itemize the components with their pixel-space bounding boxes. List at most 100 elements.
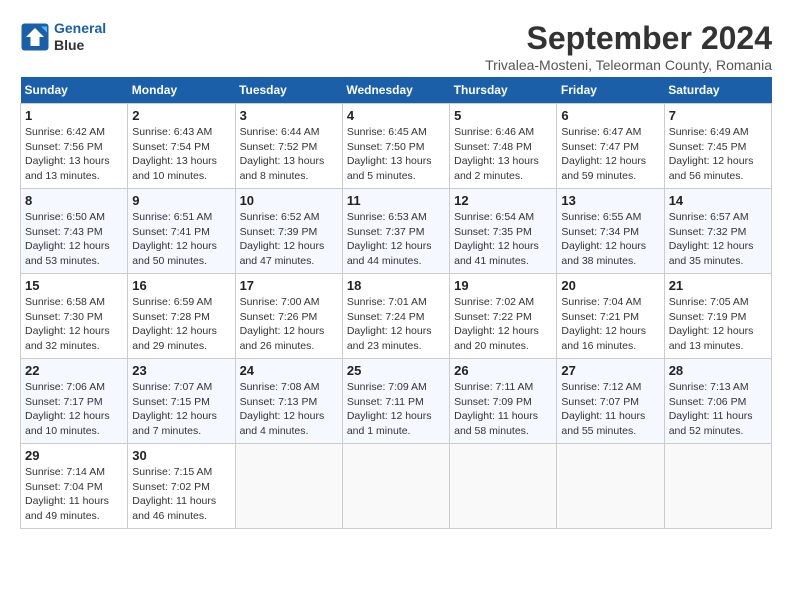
calendar-cell: 20 Sunrise: 7:04 AMSunset: 7:21 PMDayligh… [557, 274, 664, 359]
day-number: 23 [132, 363, 230, 378]
title-block: September 2024 Trivalea-Mosteni, Teleorm… [485, 20, 772, 73]
day-info: Sunrise: 6:57 AMSunset: 7:32 PMDaylight:… [669, 210, 767, 269]
day-info: Sunrise: 6:59 AMSunset: 7:28 PMDaylight:… [132, 295, 230, 354]
weekday-header-friday: Friday [557, 77, 664, 104]
day-info: Sunrise: 6:55 AMSunset: 7:34 PMDaylight:… [561, 210, 659, 269]
calendar-cell: 29 Sunrise: 7:14 AMSunset: 7:04 PMDayligh… [21, 444, 128, 529]
calendar-cell: 19 Sunrise: 7:02 AMSunset: 7:22 PMDayligh… [450, 274, 557, 359]
day-number: 18 [347, 278, 445, 293]
day-info: Sunrise: 6:46 AMSunset: 7:48 PMDaylight:… [454, 125, 552, 184]
weekday-header-monday: Monday [128, 77, 235, 104]
day-info: Sunrise: 7:08 AMSunset: 7:13 PMDaylight:… [240, 380, 338, 439]
calendar-cell: 18 Sunrise: 7:01 AMSunset: 7:24 PMDayligh… [342, 274, 449, 359]
calendar-cell: 24Sunrise: 7:08 AMSunset: 7:13 PMDayligh… [235, 359, 342, 444]
calendar-cell: 25 Sunrise: 7:09 AMSunset: 7:11 PMDayligh… [342, 359, 449, 444]
calendar-cell: 13 Sunrise: 6:55 AMSunset: 7:34 PMDayligh… [557, 189, 664, 274]
day-info: Sunrise: 6:54 AMSunset: 7:35 PMDaylight:… [454, 210, 552, 269]
day-info: Sunrise: 6:50 AMSunset: 7:43 PMDaylight:… [25, 210, 123, 269]
calendar-cell: 16Sunrise: 6:59 AMSunset: 7:28 PMDayligh… [128, 274, 235, 359]
day-number: 8 [25, 193, 123, 208]
day-number: 21 [669, 278, 767, 293]
logo-text: General Blue [54, 20, 106, 54]
day-info: Sunrise: 6:58 AMSunset: 7:30 PMDaylight:… [25, 295, 123, 354]
day-number: 15 [25, 278, 123, 293]
day-info: Sunrise: 6:42 AMSunset: 7:56 PMDaylight:… [25, 125, 123, 184]
day-info: Sunrise: 6:53 AMSunset: 7:37 PMDaylight:… [347, 210, 445, 269]
day-number: 2 [132, 108, 230, 123]
week-row-2: 8 Sunrise: 6:50 AMSunset: 7:43 PMDaylight… [21, 189, 772, 274]
calendar-cell: 26Sunrise: 7:11 AMSunset: 7:09 PMDayligh… [450, 359, 557, 444]
calendar-cell: 10Sunrise: 6:52 AMSunset: 7:39 PMDayligh… [235, 189, 342, 274]
day-number: 17 [240, 278, 338, 293]
calendar-cell: 11 Sunrise: 6:53 AMSunset: 7:37 PMDayligh… [342, 189, 449, 274]
day-info: Sunrise: 6:44 AMSunset: 7:52 PMDaylight:… [240, 125, 338, 184]
week-row-4: 22Sunrise: 7:06 AMSunset: 7:17 PMDayligh… [21, 359, 772, 444]
calendar-cell [664, 444, 771, 529]
day-info: Sunrise: 7:06 AMSunset: 7:17 PMDaylight:… [25, 380, 123, 439]
day-info: Sunrise: 7:11 AMSunset: 7:09 PMDaylight:… [454, 380, 552, 439]
calendar: SundayMondayTuesdayWednesdayThursdayFrid… [20, 77, 772, 529]
calendar-cell [450, 444, 557, 529]
day-number: 4 [347, 108, 445, 123]
day-info: Sunrise: 6:51 AMSunset: 7:41 PMDaylight:… [132, 210, 230, 269]
calendar-cell: 12 Sunrise: 6:54 AMSunset: 7:35 PMDayligh… [450, 189, 557, 274]
day-number: 11 [347, 193, 445, 208]
day-info: Sunrise: 6:43 AMSunset: 7:54 PMDaylight:… [132, 125, 230, 184]
location-subtitle: Trivalea-Mosteni, Teleorman County, Roma… [485, 57, 772, 73]
day-info: Sunrise: 6:47 AMSunset: 7:47 PMDaylight:… [561, 125, 659, 184]
day-info: Sunrise: 7:15 AMSunset: 7:02 PMDaylight:… [132, 465, 230, 524]
day-info: Sunrise: 7:07 AMSunset: 7:15 PMDaylight:… [132, 380, 230, 439]
calendar-cell: 8 Sunrise: 6:50 AMSunset: 7:43 PMDaylight… [21, 189, 128, 274]
calendar-cell: 14 Sunrise: 6:57 AMSunset: 7:32 PMDayligh… [664, 189, 771, 274]
day-info: Sunrise: 7:05 AMSunset: 7:19 PMDaylight:… [669, 295, 767, 354]
weekday-header-row: SundayMondayTuesdayWednesdayThursdayFrid… [21, 77, 772, 104]
calendar-cell: 27 Sunrise: 7:12 AMSunset: 7:07 PMDayligh… [557, 359, 664, 444]
weekday-header-thursday: Thursday [450, 77, 557, 104]
logo: General Blue [20, 20, 106, 54]
logo-line2: Blue [54, 37, 106, 54]
day-number: 30 [132, 448, 230, 463]
day-number: 27 [561, 363, 659, 378]
calendar-cell: 21 Sunrise: 7:05 AMSunset: 7:19 PMDayligh… [664, 274, 771, 359]
day-info: Sunrise: 6:52 AMSunset: 7:39 PMDaylight:… [240, 210, 338, 269]
week-row-1: 1 Sunrise: 6:42 AMSunset: 7:56 PMDaylight… [21, 104, 772, 189]
day-number: 20 [561, 278, 659, 293]
logo-icon [20, 22, 50, 52]
day-number: 1 [25, 108, 123, 123]
calendar-cell: 30 Sunrise: 7:15 AMSunset: 7:02 PMDayligh… [128, 444, 235, 529]
day-info: Sunrise: 6:49 AMSunset: 7:45 PMDaylight:… [669, 125, 767, 184]
day-number: 3 [240, 108, 338, 123]
day-info: Sunrise: 7:04 AMSunset: 7:21 PMDaylight:… [561, 295, 659, 354]
weekday-header-saturday: Saturday [664, 77, 771, 104]
day-number: 9 [132, 193, 230, 208]
day-info: Sunrise: 7:13 AMSunset: 7:06 PMDaylight:… [669, 380, 767, 439]
day-info: Sunrise: 7:09 AMSunset: 7:11 PMDaylight:… [347, 380, 445, 439]
calendar-cell: 15 Sunrise: 6:58 AMSunset: 7:30 PMDayligh… [21, 274, 128, 359]
day-info: Sunrise: 7:01 AMSunset: 7:24 PMDaylight:… [347, 295, 445, 354]
day-number: 28 [669, 363, 767, 378]
day-number: 6 [561, 108, 659, 123]
day-number: 12 [454, 193, 552, 208]
day-info: Sunrise: 7:12 AMSunset: 7:07 PMDaylight:… [561, 380, 659, 439]
day-info: Sunrise: 7:02 AMSunset: 7:22 PMDaylight:… [454, 295, 552, 354]
calendar-cell: 3 Sunrise: 6:44 AMSunset: 7:52 PMDaylight… [235, 104, 342, 189]
calendar-cell: 5 Sunrise: 6:46 AMSunset: 7:48 PMDaylight… [450, 104, 557, 189]
calendar-cell: 9 Sunrise: 6:51 AMSunset: 7:41 PMDaylight… [128, 189, 235, 274]
calendar-cell: 23 Sunrise: 7:07 AMSunset: 7:15 PMDayligh… [128, 359, 235, 444]
day-number: 5 [454, 108, 552, 123]
day-number: 25 [347, 363, 445, 378]
calendar-cell: 28 Sunrise: 7:13 AMSunset: 7:06 PMDayligh… [664, 359, 771, 444]
day-number: 14 [669, 193, 767, 208]
weekday-header-wednesday: Wednesday [342, 77, 449, 104]
day-number: 19 [454, 278, 552, 293]
week-row-3: 15 Sunrise: 6:58 AMSunset: 7:30 PMDayligh… [21, 274, 772, 359]
calendar-cell: 2 Sunrise: 6:43 AMSunset: 7:54 PMDaylight… [128, 104, 235, 189]
day-info: Sunrise: 6:45 AMSunset: 7:50 PMDaylight:… [347, 125, 445, 184]
calendar-cell: 6 Sunrise: 6:47 AMSunset: 7:47 PMDaylight… [557, 104, 664, 189]
week-row-5: 29 Sunrise: 7:14 AMSunset: 7:04 PMDayligh… [21, 444, 772, 529]
day-number: 29 [25, 448, 123, 463]
day-info: Sunrise: 7:14 AMSunset: 7:04 PMDaylight:… [25, 465, 123, 524]
day-number: 13 [561, 193, 659, 208]
calendar-cell [342, 444, 449, 529]
month-title: September 2024 [485, 20, 772, 57]
